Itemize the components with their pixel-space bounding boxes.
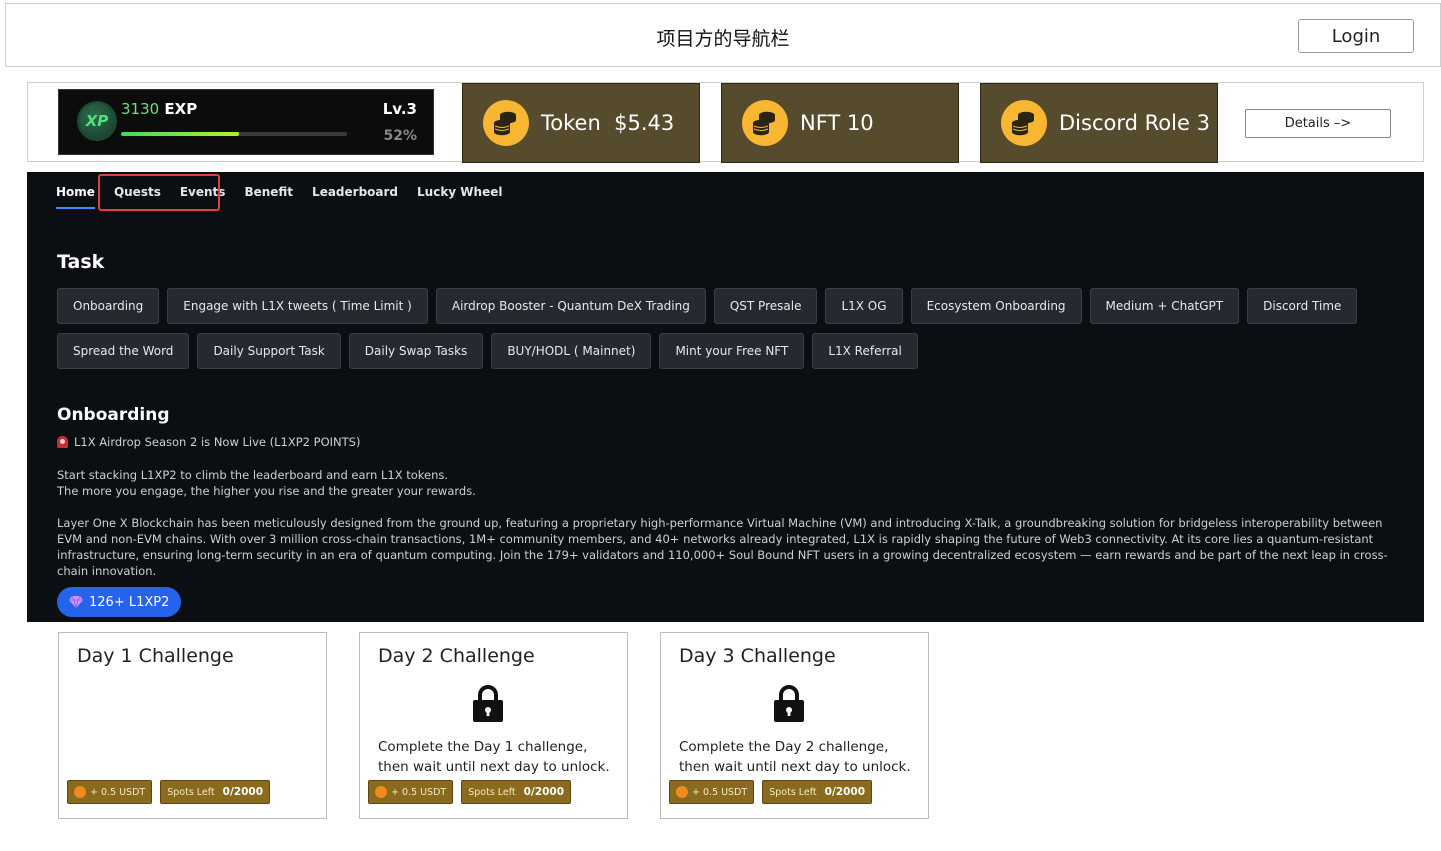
token-card: Token $5.43 — [462, 83, 700, 163]
points-badge[interactable]: 126+ L1XP2 — [57, 587, 182, 617]
spots-label: Spots Left — [769, 786, 817, 798]
discord-role-card: Discord Role 3 — [980, 83, 1218, 163]
main-panel: Home Quests Events Benefit Leaderboard L… — [27, 172, 1424, 622]
reward-text: + 0.5 USDT — [391, 786, 447, 798]
token-label: Token — [541, 111, 601, 135]
gem-icon — [69, 596, 83, 608]
token-value: $5.43 — [614, 111, 675, 135]
discord-role-label: Discord Role — [1059, 111, 1190, 135]
nft-stat: NFT 10 — [800, 111, 874, 135]
task-chip-discord-time[interactable]: Discord Time — [1247, 288, 1358, 324]
task-chip-l1x-og[interactable]: L1X OG — [825, 288, 903, 324]
task-chip-onboarding[interactable]: Onboarding — [57, 288, 160, 324]
exp-progress-fill — [121, 132, 239, 136]
task-chip-list: Onboarding Engage with L1X tweets ( Time… — [57, 288, 1397, 378]
coins-icon — [742, 100, 788, 146]
challenge-title: Day 2 Challenge — [378, 645, 535, 667]
task-chip-l1x-referral[interactable]: L1X Referral — [812, 333, 918, 369]
spots-value: 0/2000 — [824, 786, 866, 798]
task-chip-engage-tweets[interactable]: Engage with L1X tweets ( Time Limit ) — [167, 288, 428, 324]
task-chip-daily-support[interactable]: Daily Support Task — [197, 333, 341, 369]
stats-row: XP 3130 EXP Lv.3 52% Token $5.43 NFT 10 — [27, 82, 1424, 163]
task-chip-qst-presale[interactable]: QST Presale — [713, 288, 818, 324]
spots-tag: Spots Left 0/2000 — [762, 780, 873, 804]
task-chip-spread-the-word[interactable]: Spread the Word — [57, 333, 190, 369]
reward-tag: + 0.5 USDT — [368, 780, 454, 804]
challenge-description: Complete the Day 2 challenge, then wait … — [679, 739, 911, 775]
nav-bar-title: 项目方的导航栏 — [656, 28, 790, 50]
exp-progress-bar — [121, 132, 347, 136]
nav-tab-lucky-wheel[interactable]: Lucky Wheel — [417, 185, 502, 209]
intro-paragraph: Layer One X Blockchain has been meticulo… — [57, 516, 1388, 578]
exp-percent: 52% — [383, 128, 417, 144]
login-button[interactable]: Login — [1298, 19, 1414, 53]
coin-icon — [676, 786, 688, 798]
intro-line-1: Start stacking L1XP2 to climb the leader… — [57, 468, 449, 482]
lock-icon — [473, 685, 503, 722]
season-announcement: L1X Airdrop Season 2 is Now Live (L1XP2 … — [57, 435, 360, 449]
coins-icon — [483, 100, 529, 146]
points-label: 126+ L1XP2 — [89, 594, 170, 610]
coin-icon — [375, 786, 387, 798]
nav-tab-leaderboard[interactable]: Leaderboard — [312, 185, 398, 209]
task-chip-ecosystem-onboarding[interactable]: Ecosystem Onboarding — [910, 288, 1082, 324]
level-label: Lv.3 — [382, 100, 417, 118]
task-chip-medium-chatgpt[interactable]: Medium + ChatGPT — [1089, 288, 1240, 324]
reward-tag: + 0.5 USDT — [67, 780, 153, 804]
spots-tag: Spots Left 0/2000 — [461, 780, 572, 804]
discord-role-value: 3 — [1196, 111, 1210, 135]
details-button[interactable]: Details –> — [1245, 109, 1391, 138]
onboarding-heading: Onboarding — [57, 405, 170, 425]
discord-role-stat: Discord Role 3 — [1059, 111, 1210, 135]
nft-value: 10 — [846, 111, 874, 135]
section-nav: Home Quests Events Benefit Leaderboard L… — [56, 185, 521, 209]
exp-value: 3130 EXP — [121, 100, 197, 118]
intro-line-2: The more you engage, the higher you rise… — [57, 484, 476, 498]
spots-tag: Spots Left 0/2000 — [160, 780, 271, 804]
spots-label: Spots Left — [468, 786, 516, 798]
reward-text: + 0.5 USDT — [90, 786, 146, 798]
spots-value: 0/2000 — [222, 786, 264, 798]
onboarding-description: Start stacking L1XP2 to climb the leader… — [57, 467, 1402, 595]
exp-unit: EXP — [164, 100, 198, 118]
challenge-description: Complete the Day 1 challenge, then wait … — [378, 739, 610, 775]
lock-icon — [774, 685, 804, 722]
nav-tab-home[interactable]: Home — [56, 185, 95, 209]
nav-tab-benefit[interactable]: Benefit — [244, 185, 293, 209]
challenge-tags: + 0.5 USDT Spots Left 0/2000 — [67, 780, 278, 804]
challenge-tags: + 0.5 USDT Spots Left 0/2000 — [368, 780, 579, 804]
task-chip-mint-nft[interactable]: Mint your Free NFT — [659, 333, 805, 369]
challenge-card-day-2[interactable]: Day 2 Challenge Complete the Day 1 chall… — [359, 632, 628, 819]
spots-label: Spots Left — [167, 786, 215, 798]
xp-badge-icon: XP — [79, 103, 115, 139]
challenge-card-day-1[interactable]: Day 1 Challenge + 0.5 USDT Spots Left 0/2… — [58, 632, 327, 819]
challenge-tags: + 0.5 USDT Spots Left 0/2000 — [669, 780, 880, 804]
challenge-title: Day 1 Challenge — [77, 645, 234, 667]
nft-label: NFT — [800, 111, 841, 135]
task-heading: Task — [57, 251, 105, 273]
nav-tab-quests[interactable]: Quests — [114, 185, 161, 209]
nft-card: NFT 10 — [721, 83, 959, 163]
coins-icon — [1001, 100, 1047, 146]
challenge-card-day-3[interactable]: Day 3 Challenge Complete the Day 2 chall… — [660, 632, 929, 819]
exp-number: 3130 — [121, 100, 160, 118]
task-chip-buy-hodl[interactable]: BUY/HODL ( Mainnet) — [491, 333, 652, 369]
challenge-title: Day 3 Challenge — [679, 645, 836, 667]
reward-text: + 0.5 USDT — [692, 786, 748, 798]
season-text: L1X Airdrop Season 2 is Now Live (L1XP2 … — [74, 435, 361, 449]
spots-value: 0/2000 — [523, 786, 565, 798]
token-stat: Token $5.43 — [541, 111, 674, 135]
task-chip-daily-swap[interactable]: Daily Swap Tasks — [348, 333, 484, 369]
nav-tab-events[interactable]: Events — [180, 185, 226, 209]
siren-icon — [57, 436, 68, 448]
reward-tag: + 0.5 USDT — [669, 780, 755, 804]
coin-icon — [74, 786, 86, 798]
top-nav-bar: 项目方的导航栏 Login — [5, 3, 1441, 67]
task-chip-airdrop-booster[interactable]: Airdrop Booster - Quantum DeX Trading — [435, 288, 706, 324]
exp-card: XP 3130 EXP Lv.3 52% — [58, 89, 434, 155]
